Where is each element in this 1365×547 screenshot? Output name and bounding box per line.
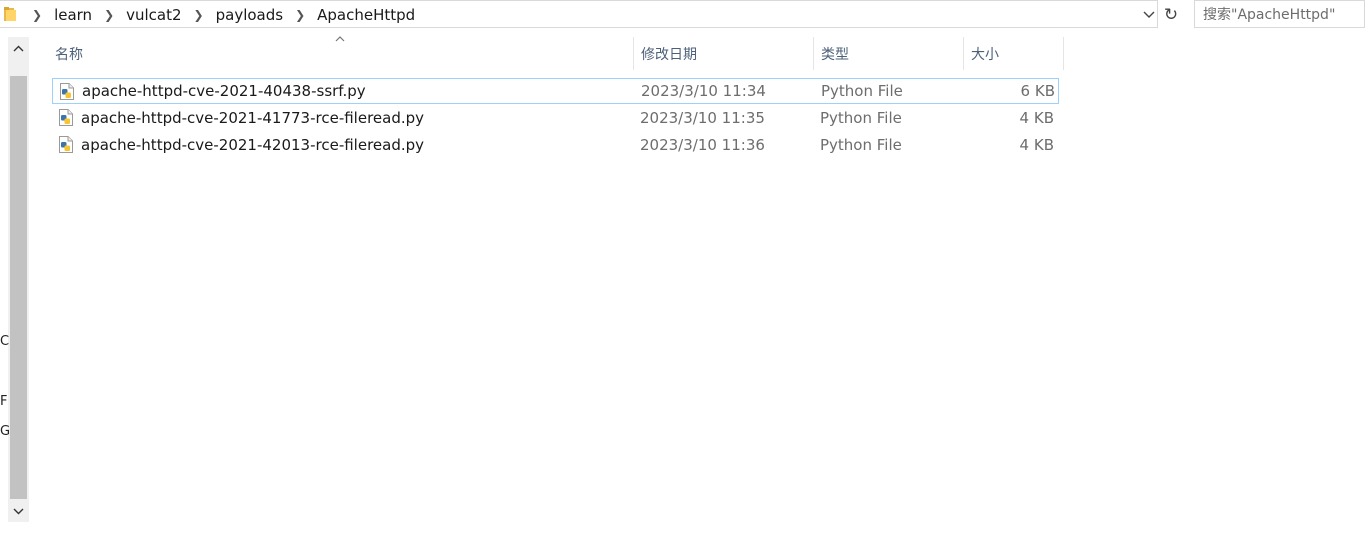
- nav-item-f[interactable]: F: [0, 394, 7, 409]
- refresh-icon: ↻: [1163, 4, 1179, 25]
- file-size: 6 KB: [1020, 82, 1055, 100]
- column-header-name[interactable]: 名称: [49, 37, 633, 70]
- python-file-icon: [60, 83, 74, 100]
- file-size: 4 KB: [1019, 136, 1054, 154]
- python-file-icon: [59, 109, 73, 126]
- file-modified: 2023/3/10 11:35: [640, 109, 765, 127]
- nav-pane-scrollbar[interactable]: [8, 37, 29, 522]
- file-name: apache-httpd-cve-2021-42013-rce-fileread…: [81, 136, 425, 154]
- file-type: Python File: [820, 109, 902, 127]
- chevron-down-icon: [13, 508, 24, 514]
- chevron-down-icon: [1143, 11, 1155, 18]
- address-history-button[interactable]: [1140, 1, 1158, 29]
- file-type: Python File: [821, 82, 903, 100]
- file-row[interactable]: apache-httpd-cve-2021-42013-rce-fileread…: [52, 132, 1059, 158]
- search-input[interactable]: 搜索"ApacheHttpd": [1194, 0, 1365, 28]
- file-name: apache-httpd-cve-2021-40438-ssrf.py: [82, 82, 366, 100]
- folder-icon: [4, 7, 16, 21]
- nav-item-c[interactable]: C: [0, 334, 9, 349]
- file-size: 4 KB: [1019, 109, 1054, 127]
- breadcrumb: ❯ learn ❯ vulcat2 ❯ payloads ❯ ApacheHtt…: [22, 1, 417, 29]
- chevron-right-icon[interactable]: ❯: [295, 8, 305, 22]
- nav-item-g[interactable]: G: [0, 424, 10, 439]
- file-row[interactable]: apache-httpd-cve-2021-41773-rce-fileread…: [52, 105, 1059, 131]
- file-modified: 2023/3/10 11:34: [641, 82, 766, 100]
- address-bar[interactable]: ❯ learn ❯ vulcat2 ❯ payloads ❯ ApacheHtt…: [0, 0, 1158, 28]
- column-divider[interactable]: [633, 37, 634, 70]
- file-modified: 2023/3/10 11:36: [640, 136, 765, 154]
- file-name: apache-httpd-cve-2021-41773-rce-fileread…: [81, 109, 425, 127]
- chevron-up-icon: [13, 45, 24, 51]
- chevron-right-icon[interactable]: ❯: [194, 8, 204, 22]
- chevron-right-icon[interactable]: ❯: [104, 8, 114, 22]
- column-divider[interactable]: [813, 37, 814, 70]
- column-divider[interactable]: [1063, 37, 1064, 70]
- refresh-button[interactable]: ↻: [1160, 1, 1182, 28]
- file-type: Python File: [820, 136, 902, 154]
- breadcrumb-vulcat2[interactable]: vulcat2: [124, 6, 183, 24]
- column-header-size[interactable]: 大小: [965, 37, 1063, 70]
- chevron-right-icon[interactable]: ❯: [32, 8, 42, 22]
- breadcrumb-apachehttpd[interactable]: ApacheHttpd: [315, 6, 417, 24]
- breadcrumb-payloads[interactable]: payloads: [214, 6, 285, 24]
- search-placeholder: 搜索"ApacheHttpd": [1203, 7, 1336, 23]
- breadcrumb-learn[interactable]: learn: [52, 6, 94, 24]
- column-header-modified[interactable]: 修改日期: [635, 37, 813, 70]
- column-header-type[interactable]: 类型: [815, 37, 963, 70]
- file-row[interactable]: apache-httpd-cve-2021-40438-ssrf.py 2023…: [52, 78, 1059, 104]
- scroll-thumb[interactable]: [10, 76, 27, 499]
- python-file-icon: [59, 136, 73, 153]
- scroll-up-button[interactable]: [8, 37, 29, 59]
- scroll-down-button[interactable]: [8, 500, 29, 522]
- column-divider[interactable]: [963, 37, 964, 70]
